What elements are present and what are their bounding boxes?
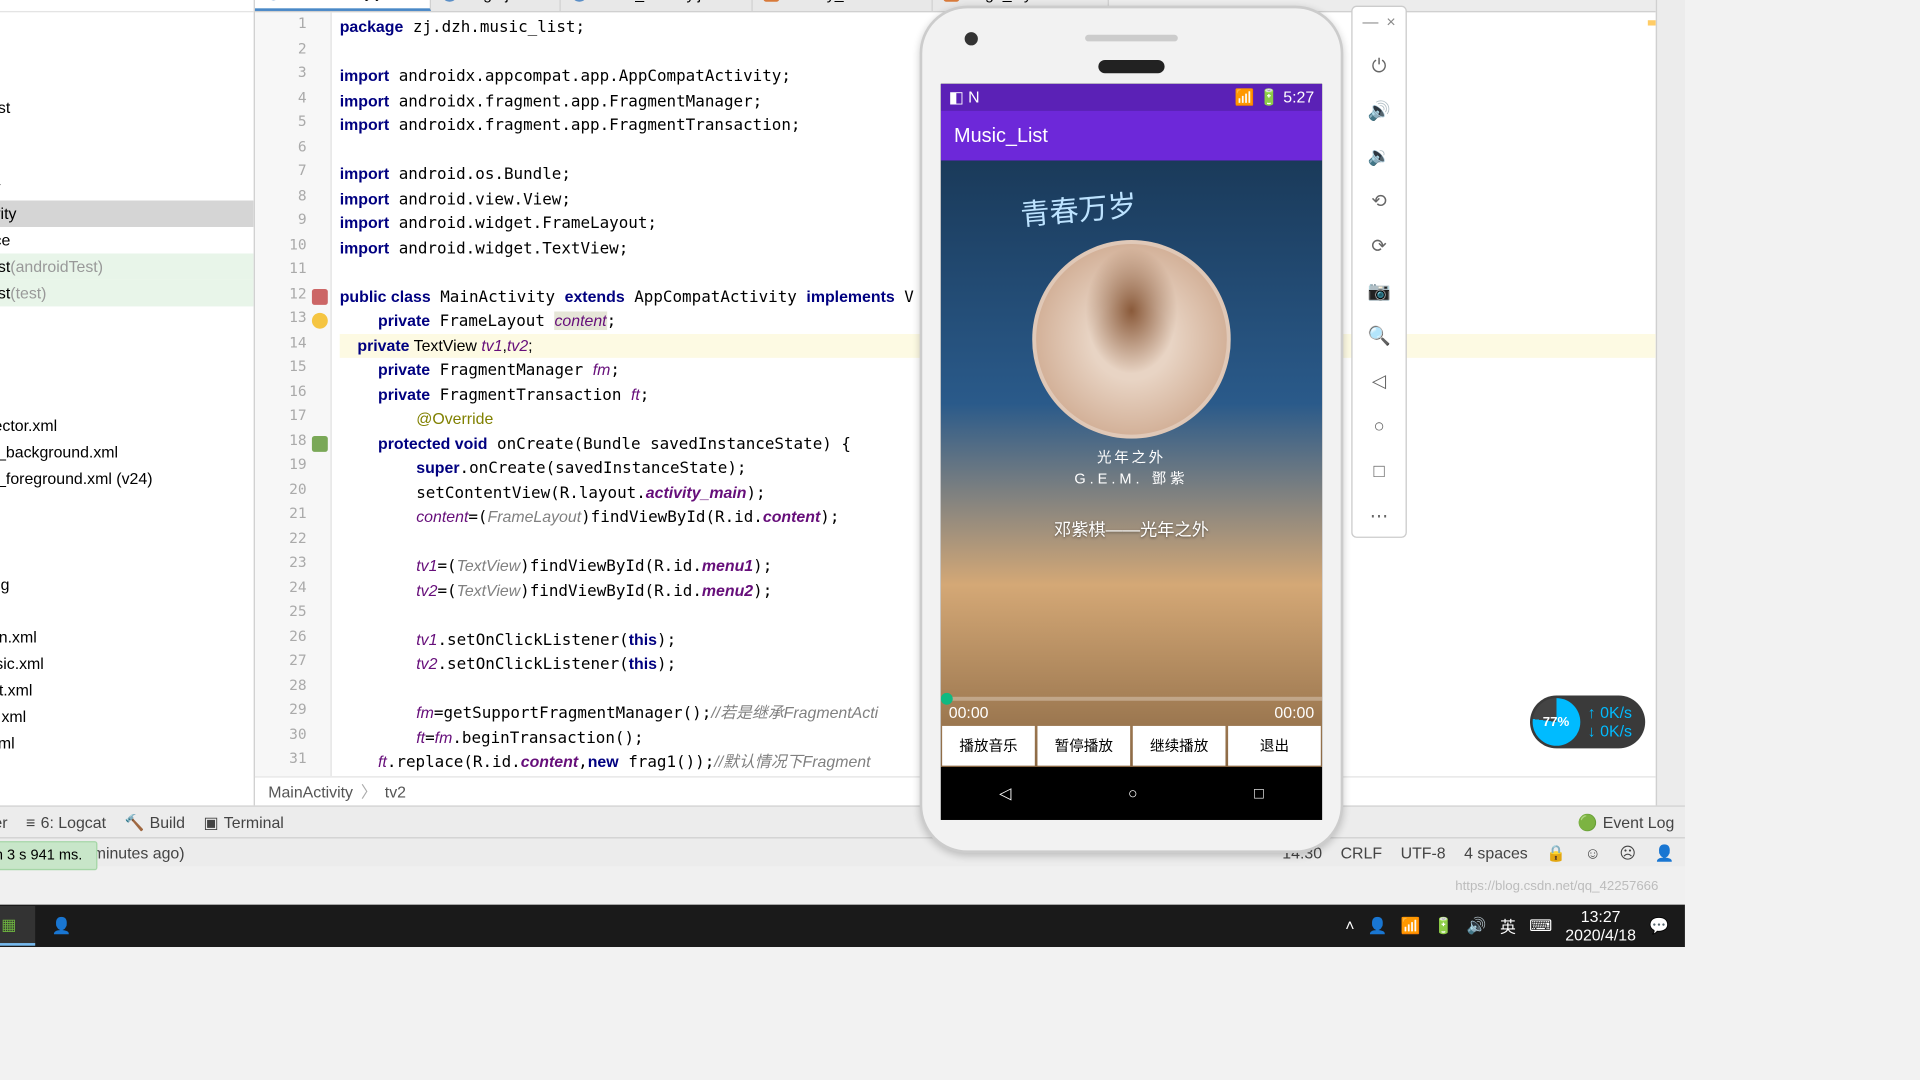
status-encoding[interactable]: CRLF: [1341, 843, 1382, 862]
volume-up-icon[interactable]: 🔊: [1363, 94, 1395, 126]
tray-up-icon[interactable]: ˄: [1345, 917, 1354, 936]
locate-icon[interactable]: ⊕: [134, 0, 155, 4]
project-sidebar: Android ▾ ⊕ ⇵ ⚙ — ▾app ▸manifests ▾java …: [0, 0, 255, 805]
hide-icon[interactable]: —: [222, 0, 243, 4]
camera-dot: [965, 32, 978, 45]
resume-button[interactable]: 继续播放: [1133, 726, 1226, 766]
terminal-tool[interactable]: ▣ Terminal: [203, 813, 283, 832]
rotate-right-icon[interactable]: ⟳: [1363, 229, 1395, 261]
tray-wifi-icon[interactable]: 📶: [1401, 917, 1421, 936]
signal-icon: 📶 🔋: [1235, 88, 1279, 107]
status-charset[interactable]: UTF-8: [1401, 843, 1446, 862]
status-bar: Install successfully finished in 3 s 941…: [0, 837, 1685, 866]
artist-name: G.E.M. 鄧紫: [1074, 468, 1188, 489]
overview-icon[interactable]: □: [1363, 455, 1395, 487]
tray-battery-icon[interactable]: 🔋: [1434, 917, 1454, 936]
build-tool[interactable]: 🔨 Build: [125, 813, 185, 832]
lock-icon[interactable]: 🔒: [1546, 843, 1566, 862]
emulator-screen[interactable]: ◧ N📶 🔋 5:27 Music_List 青春万岁 光年之外 G.E.M. …: [941, 84, 1322, 820]
watermark: https://blog.csdn.net/qq_42257666: [1455, 880, 1658, 895]
album-art: [1032, 240, 1231, 439]
back-icon[interactable]: ◁: [1363, 364, 1395, 396]
rotate-left-icon[interactable]: ⟲: [1363, 184, 1395, 216]
tray-volume-icon[interactable]: 🔊: [1467, 917, 1487, 936]
windows-taskbar: ⊞ ◉ 📁 ◆ ▦ 👤 ˄ 👤 📶 🔋 🔊 英 ⌨ 13:272020/4/18…: [0, 905, 1685, 947]
emulator-device: ◧ N📶 🔋 5:27 Music_List 青春万岁 光年之外 G.E.M. …: [920, 6, 1344, 853]
artist-sub: 光年之外: [1097, 447, 1166, 468]
logcat-tool[interactable]: ≡ 6: Logcat: [26, 813, 106, 832]
play-button[interactable]: 播放音乐: [942, 726, 1035, 766]
nav-back-icon[interactable]: ◁: [999, 784, 1011, 803]
app-toolbar: Music_List: [941, 110, 1322, 160]
install-toast: Install successfully finished in 3 s 941…: [0, 841, 97, 870]
tray-clock[interactable]: 13:272020/4/18: [1565, 907, 1636, 945]
avatar-icon[interactable]: 👤: [35, 906, 88, 946]
volume-down-icon[interactable]: 🔉: [1363, 139, 1395, 171]
profiler-tool[interactable]: ◐ Profiler: [0, 813, 7, 832]
tab-activitymain[interactable]: activity_main.xml×: [753, 0, 933, 11]
progress-bar[interactable]: [941, 697, 1322, 701]
more-icon[interactable]: ⋯: [1363, 500, 1395, 532]
status-indent[interactable]: 4 spaces: [1464, 843, 1528, 862]
nav-recent-icon[interactable]: □: [1254, 784, 1264, 803]
network-badge: 77% ↑ 0K/s↓ 0K/s: [1530, 695, 1646, 748]
speaker: [1085, 35, 1178, 42]
exit-button[interactable]: 退出: [1228, 726, 1321, 766]
eventlog-tool[interactable]: 🟢 Event Log: [1578, 813, 1675, 832]
face2-icon[interactable]: ☹: [1619, 843, 1636, 862]
line-gutter[interactable]: 1234567891011121314151617181920212223242…: [255, 12, 332, 776]
tab-frag1[interactable]: frag1.java×: [432, 0, 561, 11]
song-title: 邓紫棋——光年之外: [1054, 515, 1209, 540]
zoom-icon[interactable]: 🔍: [1363, 319, 1395, 351]
emu-close[interactable]: ×: [1386, 12, 1395, 31]
home-icon[interactable]: ○: [1363, 409, 1395, 441]
tray-people-icon[interactable]: 👤: [1368, 917, 1388, 936]
man-icon[interactable]: 👤: [1655, 843, 1675, 862]
marker-error: [1648, 20, 1656, 25]
emulator-controls: — × ⏻ 🔊 🔉 ⟲ ⟳ 📷 🔍 ◁ ○ □ ⋯: [1351, 6, 1407, 538]
project-tree[interactable]: ▾app ▸manifests ▾java ▾zj.dzh.music_list…: [0, 12, 254, 805]
camera-icon[interactable]: 📷: [1363, 274, 1395, 306]
tray-notifications-icon[interactable]: 💬: [1649, 917, 1669, 936]
sensor-pill: [1098, 60, 1164, 73]
tree-selected: Music_Activity: [0, 200, 254, 226]
app2-icon[interactable]: ▦: [0, 906, 35, 946]
right-tool-rail: [1656, 0, 1685, 805]
collapse-icon[interactable]: ⇵: [164, 0, 185, 4]
tab-musicactivity[interactable]: Music_Activity.java×: [561, 0, 753, 11]
settings-icon[interactable]: ⚙: [193, 0, 214, 4]
emu-minimize[interactable]: —: [1362, 12, 1378, 31]
tab-mainactivity[interactable]: MainActivity.java×: [255, 0, 432, 11]
nav-home-icon[interactable]: ○: [1128, 784, 1138, 803]
bg-text: 青春万岁: [1019, 182, 1139, 234]
face1-icon[interactable]: ☺: [1585, 843, 1601, 862]
tray-ime-icon[interactable]: 英: [1500, 915, 1516, 938]
power-icon[interactable]: ⏻: [1363, 49, 1395, 81]
status-icons: ◧ N: [949, 88, 980, 107]
bottom-toolbar: ▶ 4: Run ☑ TODO ◐ Profiler ≡ 6: Logcat 🔨…: [0, 805, 1685, 837]
tray-ime2-icon[interactable]: ⌨: [1529, 917, 1552, 936]
pause-button[interactable]: 暂停播放: [1037, 726, 1130, 766]
